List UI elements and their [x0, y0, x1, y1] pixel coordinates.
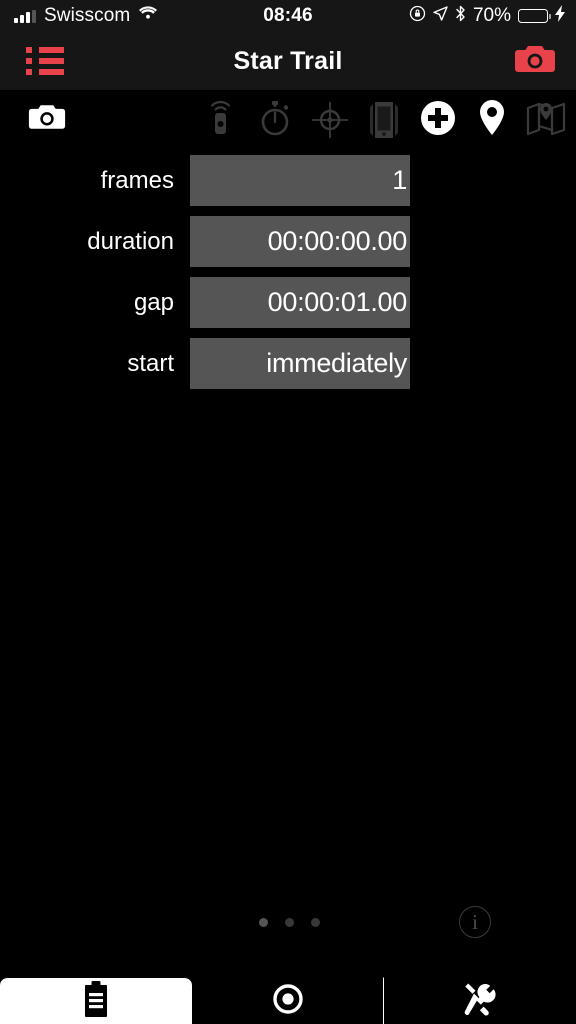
form-row-gap: gap 00:00:01.00: [0, 277, 576, 328]
form-row-start: start immediately: [0, 338, 576, 389]
rotation-lock-icon: [409, 5, 426, 27]
label-duration: duration: [87, 227, 174, 255]
settings-form: frames 1 duration 00:00:00.00 gap 00:00:…: [0, 155, 576, 399]
location-pin-icon: [477, 98, 507, 143]
tab-bar: [0, 977, 576, 1024]
battery-percent-label: 70%: [472, 5, 511, 26]
camera-icon: [514, 45, 556, 79]
input-gap[interactable]: 00:00:01.00: [190, 277, 410, 328]
page-title: Star Trail: [233, 46, 343, 75]
status-bar-right: 70%: [409, 5, 566, 27]
value-duration: 00:00:00.00: [267, 226, 408, 256]
tools-icon: [462, 982, 498, 1021]
page-dot[interactable]: [259, 918, 268, 927]
toolbar-icon-group: [199, 96, 568, 144]
map-icon: [526, 100, 566, 141]
feature-toolbar: [0, 90, 576, 150]
page-dot[interactable]: [285, 918, 294, 927]
info-button[interactable]: i: [459, 906, 491, 938]
clipboard-icon: [81, 980, 111, 1023]
input-frames[interactable]: 1: [190, 155, 410, 206]
form-row-frames: frames 1: [0, 155, 576, 206]
remote-trigger-icon: [207, 100, 237, 141]
value-start: immediately: [266, 348, 407, 378]
label-start: start: [127, 349, 174, 377]
add-plus-button[interactable]: [415, 96, 460, 144]
toolbar-camera-button[interactable]: [28, 102, 66, 137]
bluetooth-icon: [455, 5, 466, 27]
status-bar: Swisscom 08:46 70%: [0, 0, 576, 32]
map-button[interactable]: [523, 96, 568, 144]
tab-shutter[interactable]: [191, 977, 384, 1024]
camera-button[interactable]: [514, 43, 556, 80]
location-pin-button[interactable]: [469, 96, 514, 144]
value-frames: 1: [392, 165, 407, 195]
tab-clipboard[interactable]: [0, 977, 192, 1024]
app-root: Swisscom 08:46 70% Star Trail frames 1 d…: [0, 0, 576, 1024]
label-gap: gap: [133, 288, 174, 316]
battery-icon: [518, 9, 551, 23]
remote-trigger-icon-button[interactable]: [199, 96, 244, 144]
page-dot[interactable]: [311, 918, 320, 927]
crosshair-icon-button[interactable]: [307, 96, 352, 144]
camera-icon: [28, 105, 66, 136]
lightning-bolt-icon: [555, 5, 566, 27]
stopwatch-icon: [259, 99, 293, 142]
device-phone-icon-button[interactable]: [361, 96, 406, 144]
location-arrow-icon: [433, 6, 448, 26]
plus-circle-icon: [420, 100, 456, 141]
shutter-circle-icon: [272, 983, 304, 1020]
form-row-duration: duration 00:00:00.00: [0, 216, 576, 267]
input-duration[interactable]: 00:00:00.00: [190, 216, 410, 267]
nav-bar: Star Trail: [0, 32, 576, 90]
tab-tools[interactable]: [383, 977, 576, 1024]
page-indicator[interactable]: [259, 918, 320, 927]
label-frames: frames: [100, 166, 174, 194]
input-start[interactable]: immediately: [190, 338, 410, 389]
stopwatch-icon-button[interactable]: [253, 96, 298, 144]
value-gap: 00:00:01.00: [267, 287, 408, 317]
